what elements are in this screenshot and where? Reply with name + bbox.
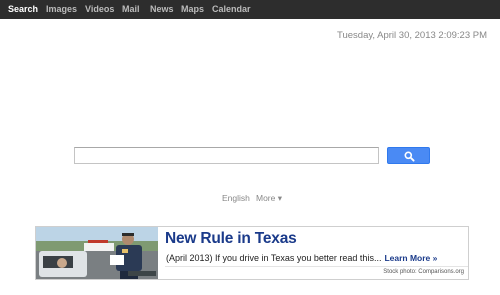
ad-body-copy: (April 2013) If you drive in Texas you b…	[166, 253, 382, 263]
nav-item-search[interactable]: Search	[8, 4, 38, 14]
ad-divider	[165, 266, 468, 267]
language-more-dropdown[interactable]: More ▾	[256, 193, 282, 204]
nav-item-images[interactable]: Images	[46, 4, 77, 14]
top-navigation-bar: Search Images Videos Mail News Maps Cale…	[0, 0, 500, 19]
search-icon	[404, 151, 415, 162]
ad-body-text: (April 2013) If you drive in Texas you b…	[166, 253, 437, 263]
search-input[interactable]	[74, 147, 379, 164]
nav-item-calendar[interactable]: Calendar	[212, 4, 251, 14]
ad-photo-credit: Stock photo: Comparisons.org	[383, 269, 464, 275]
nav-item-news[interactable]: News	[150, 4, 174, 14]
nav-item-maps[interactable]: Maps	[181, 4, 204, 14]
nav-item-mail[interactable]: Mail	[122, 4, 140, 14]
advertisement-banner[interactable]: New Rule in Texas (April 2013) If you dr…	[35, 226, 469, 280]
ad-title[interactable]: New Rule in Texas	[165, 230, 297, 248]
ad-learn-more-link[interactable]: Learn More »	[384, 253, 437, 263]
ad-photo-image	[36, 227, 158, 279]
nav-item-videos[interactable]: Videos	[85, 4, 114, 14]
language-english-link[interactable]: English	[222, 193, 250, 203]
search-button[interactable]	[387, 147, 430, 164]
current-datetime: Tuesday, April 30, 2013 2:09:23 PM	[337, 30, 487, 41]
